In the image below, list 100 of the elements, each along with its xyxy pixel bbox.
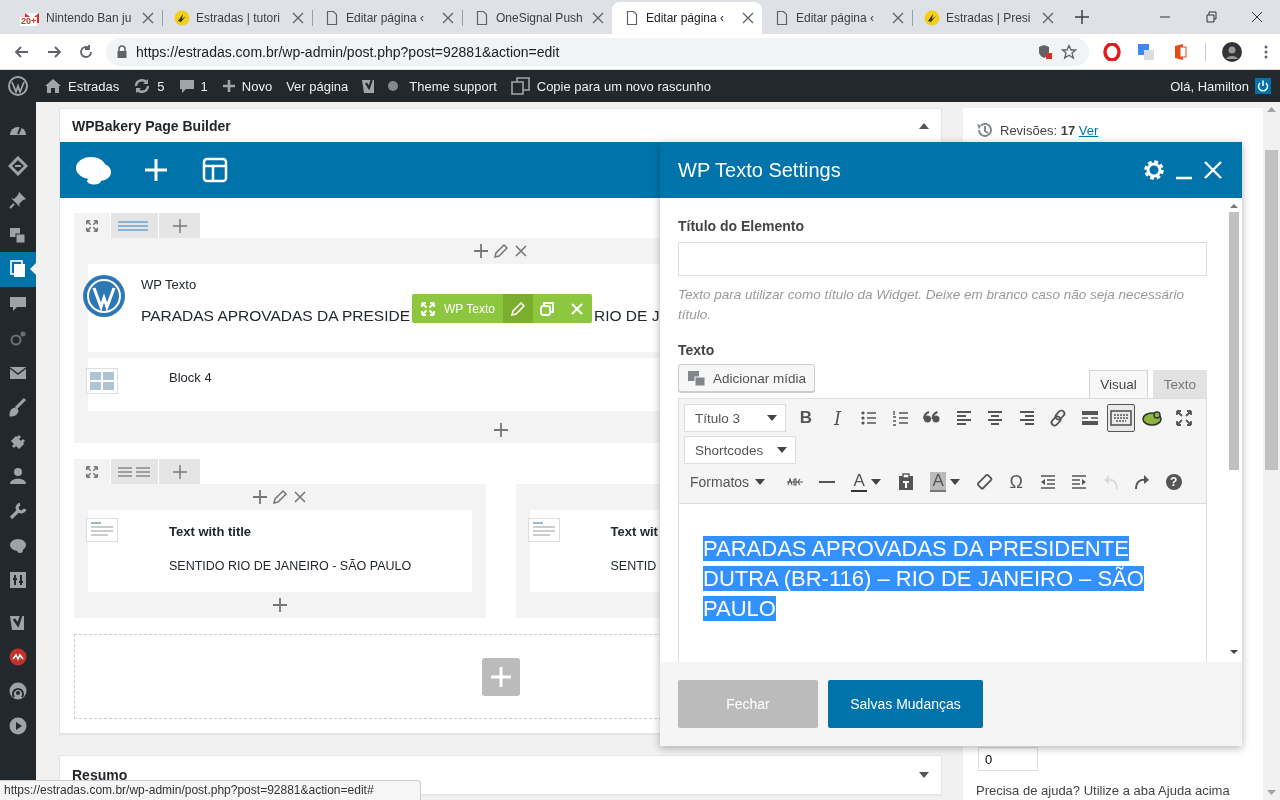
back-icon[interactable] bbox=[14, 43, 30, 60]
sync-icon bbox=[133, 78, 152, 94]
browser-tab[interactable]: Estradas | tutori bbox=[162, 2, 312, 34]
wrench-icon bbox=[8, 500, 28, 521]
browser-tab[interactable]: 20+ Nintendo Ban ju bbox=[12, 2, 162, 34]
close-icon[interactable] bbox=[590, 10, 606, 26]
edit-icon[interactable] bbox=[492, 243, 509, 259]
format-select[interactable]: Shortcodes bbox=[684, 436, 797, 464]
panel-title: WPBakery Page Builder bbox=[72, 117, 231, 134]
field-label: Título do Elemento bbox=[678, 218, 805, 234]
formats-menu[interactable]: Formatos bbox=[684, 468, 772, 496]
keyboard-icon bbox=[1110, 408, 1132, 428]
sliders-icon bbox=[8, 569, 28, 590]
menu-item[interactable] bbox=[0, 252, 36, 287]
help-button[interactable]: ? bbox=[1159, 468, 1188, 496]
media-icon bbox=[687, 369, 707, 387]
special-character-button[interactable]: Ω bbox=[1002, 468, 1031, 496]
page-icon bbox=[324, 10, 340, 26]
edit-icon[interactable] bbox=[271, 489, 288, 505]
oval-icon bbox=[1141, 408, 1164, 428]
star-icon[interactable] bbox=[1061, 43, 1077, 60]
theme-support-link[interactable]: Theme support bbox=[409, 78, 497, 94]
add-icon[interactable] bbox=[251, 489, 268, 505]
lock-icon bbox=[116, 44, 128, 59]
edit-button[interactable] bbox=[502, 294, 533, 323]
comments-link[interactable]: 1 bbox=[178, 78, 208, 94]
horizontal-line-icon bbox=[818, 481, 835, 483]
element-card[interactable]: Text with title SENTIDO RIO DE JANEIRO - SÃO PAULO bbox=[88, 510, 472, 592]
settings-icon[interactable] bbox=[1142, 158, 1166, 182]
page-icon bbox=[474, 10, 490, 26]
collapse-icon[interactable] bbox=[919, 122, 929, 129]
background-color-button[interactable]: A bbox=[923, 468, 968, 496]
browser-tab[interactable]: Estradas | Presi bbox=[912, 2, 1062, 34]
element-content: RIO DE J bbox=[594, 307, 660, 325]
expand-icon[interactable] bbox=[919, 772, 929, 778]
browser-tab[interactable]: Editar página ‹ bbox=[612, 2, 762, 34]
add-element-icon[interactable] bbox=[144, 158, 168, 182]
delete-icon[interactable] bbox=[512, 243, 529, 259]
close-icon[interactable] bbox=[890, 10, 906, 26]
add-icon[interactable] bbox=[472, 243, 489, 259]
delete-icon[interactable] bbox=[291, 489, 308, 505]
restore-icon[interactable] bbox=[1203, 9, 1219, 25]
updates-link[interactable]: 5 bbox=[133, 78, 165, 94]
close-icon[interactable] bbox=[440, 10, 456, 26]
view-page-link[interactable]: Ver página bbox=[286, 78, 349, 94]
close-icon[interactable] bbox=[740, 10, 756, 26]
panel-title: Resumo bbox=[72, 767, 128, 783]
editor-tab[interactable]: Visual bbox=[1089, 370, 1148, 398]
close-icon[interactable] bbox=[1040, 10, 1056, 26]
add-icon bbox=[171, 217, 188, 234]
text-block-icon bbox=[86, 518, 118, 542]
browser-tab[interactable]: Editar página ‹ bbox=[312, 2, 462, 34]
save-button[interactable]: Salvas Mudanças bbox=[828, 680, 983, 728]
signal-icon bbox=[8, 681, 28, 702]
caret-icon bbox=[777, 447, 788, 453]
caret-icon bbox=[767, 415, 777, 421]
copy-draft-link[interactable]: Copie para um novo rascunho bbox=[510, 77, 711, 95]
close-icon[interactable] bbox=[290, 10, 306, 26]
site-logo-icon bbox=[924, 10, 940, 26]
avatar-icon[interactable] bbox=[1222, 41, 1242, 62]
close-icon[interactable] bbox=[1202, 159, 1224, 181]
revisions-text: Revisões: 17 Ver bbox=[1000, 122, 1099, 138]
cloud-logo-icon[interactable] bbox=[74, 155, 112, 185]
add-icon[interactable] bbox=[492, 422, 509, 438]
eraser-icon bbox=[974, 472, 995, 492]
forward-icon[interactable] bbox=[46, 43, 62, 60]
delete-icon bbox=[569, 300, 586, 317]
browser-tab[interactable]: OneSignal Push bbox=[462, 2, 612, 34]
account-link[interactable]: Olá, Hamilton bbox=[1170, 78, 1271, 94]
title-field[interactable] bbox=[678, 242, 1207, 276]
layout-icon[interactable] bbox=[202, 157, 228, 183]
play-icon bbox=[8, 715, 28, 736]
blocked-shield-icon[interactable] bbox=[1037, 43, 1053, 60]
new-tab-icon[interactable] bbox=[1074, 9, 1090, 25]
close-icon[interactable] bbox=[140, 10, 156, 26]
avatar-icon bbox=[1255, 78, 1271, 94]
text-color-button[interactable]: A bbox=[844, 468, 889, 496]
copy-icon bbox=[510, 77, 531, 95]
editor-tab[interactable]: Texto bbox=[1152, 370, 1207, 398]
browser-tab[interactable]: Editar página ‹ bbox=[762, 2, 912, 34]
site-link[interactable]: Estradas bbox=[44, 78, 120, 94]
page-icon bbox=[624, 10, 640, 26]
new-link[interactable]: Novo bbox=[221, 78, 273, 94]
row-drag-handle[interactable] bbox=[74, 459, 110, 484]
status-dot-icon bbox=[387, 80, 400, 92]
close-icon[interactable] bbox=[1249, 9, 1265, 25]
circle-logo-icon bbox=[81, 274, 126, 318]
row-drag-handle[interactable] bbox=[74, 213, 110, 238]
logo-icon[interactable] bbox=[8, 76, 28, 96]
user-icon bbox=[8, 466, 28, 487]
format-select[interactable]: Título 3 bbox=[684, 404, 786, 432]
add-icon[interactable] bbox=[271, 597, 288, 613]
read-more-icon bbox=[1079, 408, 1100, 428]
view-revisions-link[interactable]: Ver bbox=[1078, 122, 1099, 138]
toolbar-toggle-button[interactable] bbox=[1107, 404, 1135, 432]
element-content: PARADAS APROVADAS DA PRESIDE bbox=[141, 307, 411, 324]
reload-icon[interactable] bbox=[78, 43, 94, 60]
order-field[interactable]: 0 bbox=[978, 747, 1038, 771]
address-field[interactable]: https://estradas.com.br/wp-admin/post.php?post=92881&action=edit bbox=[106, 37, 1089, 66]
add-media-button[interactable]: Adicionar mídia bbox=[678, 364, 816, 392]
